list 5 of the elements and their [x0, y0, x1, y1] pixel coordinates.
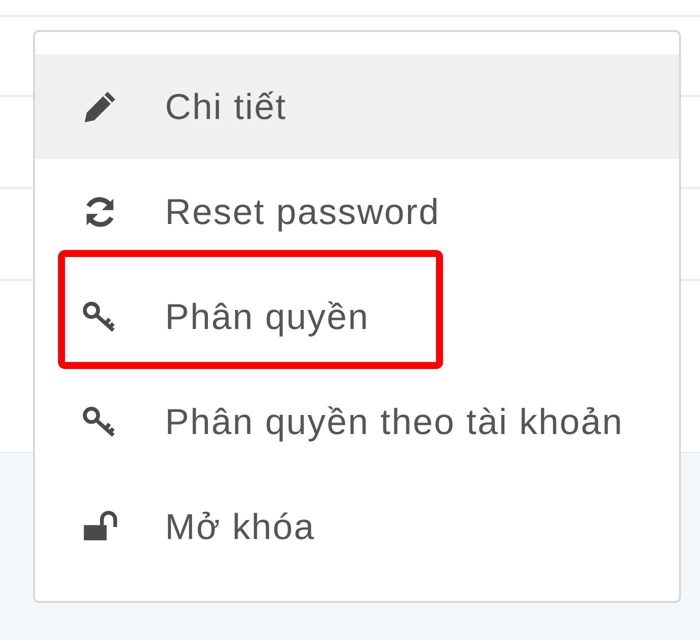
menu-item[interactable]: Chi tiết	[35, 54, 679, 159]
menu-item[interactable]: Reset password	[35, 159, 679, 264]
menu-item[interactable]: Phân quyền	[35, 264, 679, 369]
menu-item[interactable]: Phân quyền theo tài khoản	[35, 369, 679, 474]
menu-item[interactable]: Mở khóa	[35, 474, 679, 579]
